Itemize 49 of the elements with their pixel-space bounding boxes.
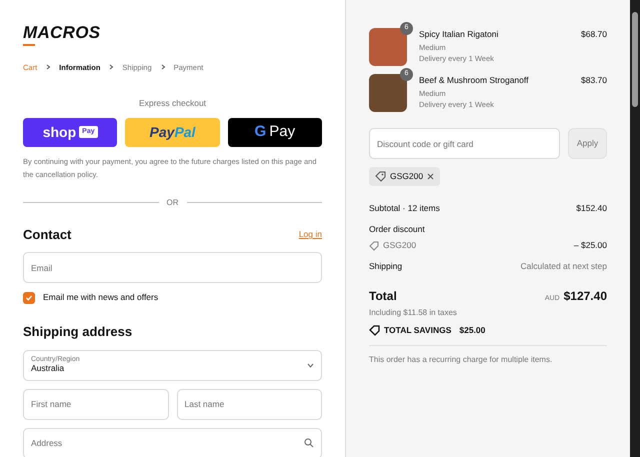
paypal-button[interactable]: PayPal <box>125 118 220 146</box>
summary-label: Subtotal · 12 items <box>369 202 440 214</box>
chevron-right-icon <box>108 64 114 70</box>
search-icon <box>304 438 314 448</box>
first-name-field[interactable]: First name <box>23 388 168 420</box>
select-value: Australia <box>31 364 66 374</box>
total-value: $127.40 <box>564 288 607 305</box>
scrollbar-thumb[interactable] <box>632 12 638 107</box>
apply-button[interactable]: Apply <box>568 128 607 159</box>
savings-value: $25.00 <box>459 324 486 336</box>
google-pay-button[interactable]: G Pay <box>228 118 322 146</box>
summary-label: Shipping <box>369 260 402 273</box>
divider-text: OR <box>166 196 178 209</box>
checkbox[interactable] <box>23 292 35 304</box>
total-label: Total <box>369 288 397 305</box>
item-name: Spicy Italian Rigatoni <box>419 28 500 41</box>
remove-icon[interactable] <box>427 172 434 180</box>
discount-field[interactable]: Discount code or gift card <box>369 128 560 159</box>
chevron-right-icon <box>45 64 52 70</box>
tag-icon <box>369 324 380 336</box>
item-price: $83.70 <box>581 74 607 87</box>
tag-icon <box>369 240 379 251</box>
chevron-down-icon <box>307 362 314 368</box>
discount-value: – $25.00 <box>574 239 607 252</box>
tag-icon <box>375 170 386 182</box>
tax-note: Including $11.58 in taxes <box>369 306 458 319</box>
tag-text: GSG200 <box>390 170 424 183</box>
logo-text: MACROS <box>23 24 100 41</box>
food-photo-placeholder <box>369 74 407 112</box>
item-name: Beef & Mushroom Stroganoff <box>419 74 530 87</box>
check-icon <box>25 294 33 302</box>
email-field[interactable]: Email <box>23 252 322 284</box>
checkbox-label: Email me with news and offers <box>43 291 158 304</box>
savings-label: TOTAL SAVINGS <box>384 324 452 336</box>
express-checkout-label: Express checkout <box>138 96 208 110</box>
summary-label: Order discount <box>369 222 426 236</box>
scrollbar[interactable] <box>630 0 640 457</box>
recurring-note: This order has a recurring charge for multiple items. <box>369 354 554 366</box>
address-field[interactable]: Address <box>23 428 322 457</box>
last-name-field[interactable]: Last name <box>176 388 322 420</box>
summary-value: $152.40 <box>576 202 607 214</box>
discount-code: GSG200 <box>383 239 416 252</box>
logo-underline <box>23 44 35 46</box>
shipping-value: Calculated at next step <box>520 260 607 273</box>
section-heading: Shipping address <box>23 323 134 341</box>
chevron-right-icon <box>160 64 166 70</box>
item-price: $68.70 <box>581 28 607 41</box>
food-photo-placeholder <box>369 28 407 66</box>
section-heading: Contact <box>23 226 72 244</box>
